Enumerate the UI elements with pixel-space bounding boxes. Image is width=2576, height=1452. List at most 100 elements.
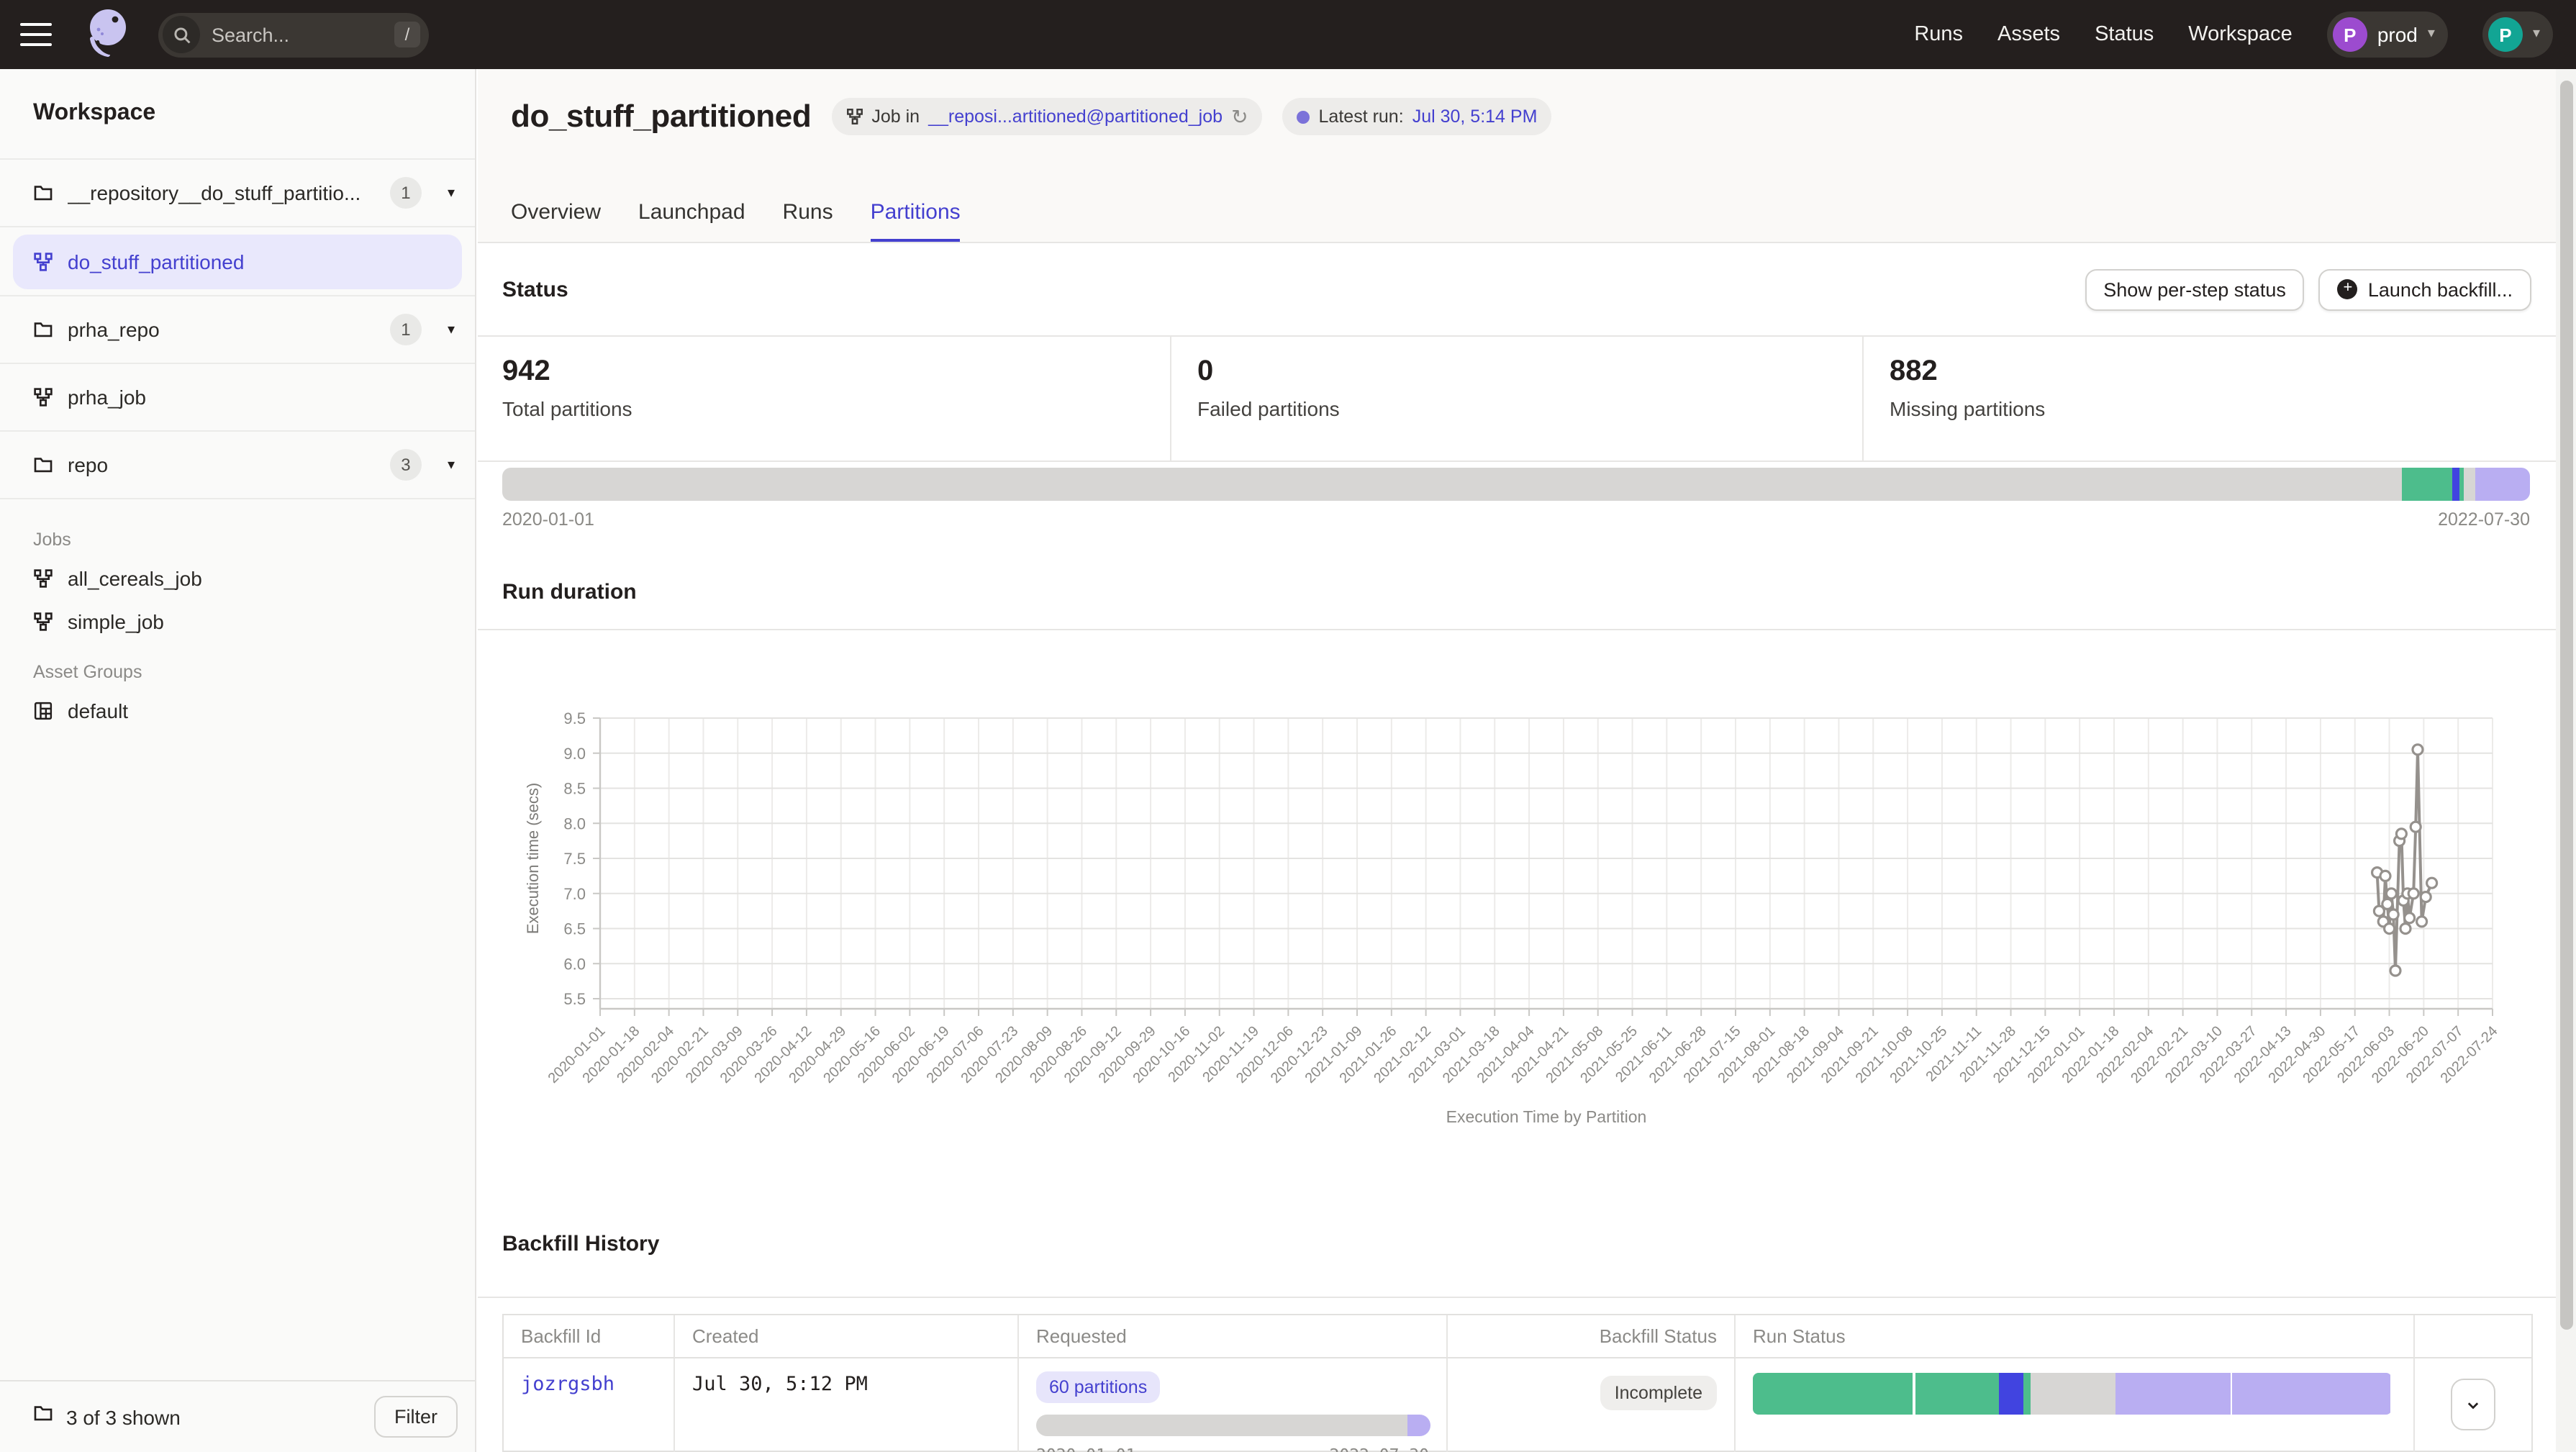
job-tag-link[interactable]: __reposi...artitioned@partitioned_job	[928, 106, 1223, 127]
sidebar-section-label-asset-groups: Asset Groups	[0, 655, 475, 689]
workspace-sidebar: Workspace __repository__do_stuff_partiti…	[0, 69, 476, 1452]
requested-partitions-chip[interactable]: 60 partitions	[1036, 1371, 1160, 1403]
partition-end-date: 2022-07-30	[2438, 509, 2530, 530]
data-point-marker[interactable]	[2427, 878, 2437, 888]
caret-down-icon[interactable]: ▾	[448, 185, 455, 201]
stat-failed-partitions: 0Failed partitions	[1170, 337, 1862, 460]
data-point-marker[interactable]	[2390, 966, 2400, 976]
tab-partitions[interactable]: Partitions	[871, 200, 961, 242]
user-avatar: P	[2488, 17, 2523, 52]
requested-start-date: 2020-01-01	[1036, 1445, 1136, 1452]
data-point-marker[interactable]	[2388, 909, 2398, 920]
data-point-marker[interactable]	[2386, 889, 2396, 899]
data-point-marker[interactable]	[2411, 822, 2421, 832]
job-icon	[33, 252, 53, 272]
tab-overview[interactable]: Overview	[511, 200, 601, 242]
sidebar-item-prha-job[interactable]: prha_job	[0, 364, 475, 432]
backfill-table-header: Backfill IdCreatedRequestedBackfill Stat…	[504, 1315, 2531, 1358]
backfill-table: Backfill IdCreatedRequestedBackfill Stat…	[502, 1314, 2533, 1452]
bar-segment-purple	[2232, 1373, 2390, 1415]
data-point-marker[interactable]	[2385, 924, 2395, 934]
data-point-marker[interactable]	[2417, 917, 2427, 927]
backfill-id-link[interactable]: jozrgsbh	[521, 1373, 614, 1396]
item-count-badge: 1	[390, 177, 422, 209]
tab-launchpad[interactable]: Launchpad	[638, 200, 745, 242]
top-nav: Runs Assets Status Workspace	[1914, 23, 2292, 46]
latest-run-tag: Latest run: Jul 30, 5:14 PM	[1283, 98, 1552, 135]
data-point-marker[interactable]	[2380, 871, 2390, 881]
refresh-icon[interactable]: ↻	[1231, 104, 1248, 129]
sidebar-section-label-jobs: Jobs	[0, 522, 475, 557]
sidebar-item-simple-job[interactable]: simple_job	[0, 600, 475, 643]
scrollbar-track[interactable]	[2556, 69, 2576, 1452]
sidebar-item-label: do_stuff_partitioned	[68, 250, 244, 273]
topbar-link-status[interactable]: Status	[2095, 23, 2154, 46]
run-duration-chart: 2020-01-012020-01-182020-02-042020-02-21…	[478, 662, 2556, 1144]
run-status-dot-icon	[1297, 110, 1310, 123]
sidebar-item-repository-do-stuff-partitio[interactable]: __repository__do_stuff_partitio...1▾	[0, 160, 475, 227]
launch-backfill-button[interactable]: + Launch backfill...	[2319, 268, 2531, 310]
job-tag: Job in __reposi...artitioned@partitioned…	[831, 98, 1262, 135]
partition-start-date: 2020-01-01	[502, 509, 594, 530]
search-input[interactable]: Search... /	[158, 12, 429, 57]
data-point-marker[interactable]	[2413, 745, 2423, 755]
sidebar-item-label: default	[68, 699, 128, 722]
chevron-down-icon: ▾	[2533, 27, 2540, 42]
sidebar-item-label: prha_job	[68, 386, 146, 409]
scrollbar-thumb[interactable]	[2559, 81, 2572, 1330]
bar-segment-indigo	[1999, 1373, 2023, 1415]
data-point-marker[interactable]	[2396, 829, 2406, 839]
column-header-run-status: Run Status	[1736, 1315, 2415, 1358]
sidebar-item-do-stuff-partitioned[interactable]: do_stuff_partitioned	[13, 235, 462, 289]
bar-segment-green	[2402, 468, 2452, 501]
data-point-marker[interactable]	[2421, 892, 2431, 902]
user-menu[interactable]: P ▾	[2482, 12, 2553, 58]
topbar-link-assets[interactable]: Assets	[1997, 23, 2060, 46]
show-per-step-status-button[interactable]: Show per-step status	[2085, 268, 2305, 310]
sidebar-item-row: do_stuff_partitioned	[0, 227, 475, 296]
hamburger-menu-icon[interactable]	[20, 23, 52, 46]
stat-value: 882	[1890, 355, 2530, 389]
deployment-switcher[interactable]: P prod ▾	[2327, 12, 2448, 58]
column-header-created: Created	[675, 1315, 1019, 1358]
backfill-history-heading: Backfill History	[502, 1232, 659, 1256]
dagster-logo-icon[interactable]	[81, 6, 132, 63]
row-expand-button[interactable]	[2451, 1379, 2495, 1430]
status-section-header: Status Show per-step status + Launch bac…	[478, 243, 2556, 335]
sidebar-item-default[interactable]: default	[0, 689, 475, 732]
topbar-link-workspace[interactable]: Workspace	[2188, 23, 2292, 46]
topbar-right: Runs Assets Status Workspace P prod ▾ P ▾	[1914, 12, 2553, 58]
bar-segment-green	[1915, 1373, 1999, 1415]
requested-bar-dates: 2020-01-01 2022-07-30	[1036, 1445, 1429, 1452]
partition-status-bar[interactable]	[502, 468, 2530, 501]
sidebar-item-all-cereals-job[interactable]: all_cereals_job	[0, 557, 475, 600]
search-placeholder: Search...	[212, 24, 394, 45]
y-tick-label: 6.0	[563, 955, 586, 973]
stat-label: Missing partitions	[1890, 397, 2530, 420]
sidebar-sections: Jobs all_cereals_job simple_job Asset Group…	[0, 499, 475, 732]
sidebar-item-label: all_cereals_job	[68, 567, 202, 590]
sidebar-footer: 3 of 3 shown Filter	[0, 1380, 475, 1452]
data-point-marker[interactable]	[2408, 889, 2418, 899]
folder-icon	[33, 455, 53, 475]
tab-runs[interactable]: Runs	[783, 200, 833, 242]
latest-run-link[interactable]: Jul 30, 5:14 PM	[1412, 106, 1538, 127]
data-point-marker[interactable]	[2382, 899, 2393, 909]
run-status-bar[interactable]	[1753, 1373, 2392, 1415]
search-icon	[163, 16, 200, 53]
sidebar-item-repo[interactable]: repo3▾	[0, 432, 475, 499]
data-point-marker[interactable]	[2400, 924, 2411, 934]
sidebar-items: __repository__do_stuff_partitio...1▾do_s…	[0, 160, 475, 499]
caret-down-icon[interactable]: ▾	[448, 457, 455, 473]
filter-button[interactable]: Filter	[374, 1396, 458, 1438]
tab-bar: Overview Launchpad Runs Partitions	[511, 200, 961, 242]
caret-down-icon[interactable]: ▾	[448, 322, 455, 337]
topbar-link-runs[interactable]: Runs	[1914, 23, 1963, 46]
requested-end-date: 2022-07-30	[1330, 1445, 1430, 1452]
data-point-marker[interactable]	[2405, 913, 2415, 923]
job-icon	[33, 612, 53, 632]
created-timestamp: Jul 30, 5:12 PM	[692, 1373, 868, 1396]
bar-segment-purple	[1407, 1415, 1430, 1436]
sidebar-item-prha-repo[interactable]: prha_repo1▾	[0, 296, 475, 364]
y-tick-label: 7.0	[563, 885, 586, 903]
